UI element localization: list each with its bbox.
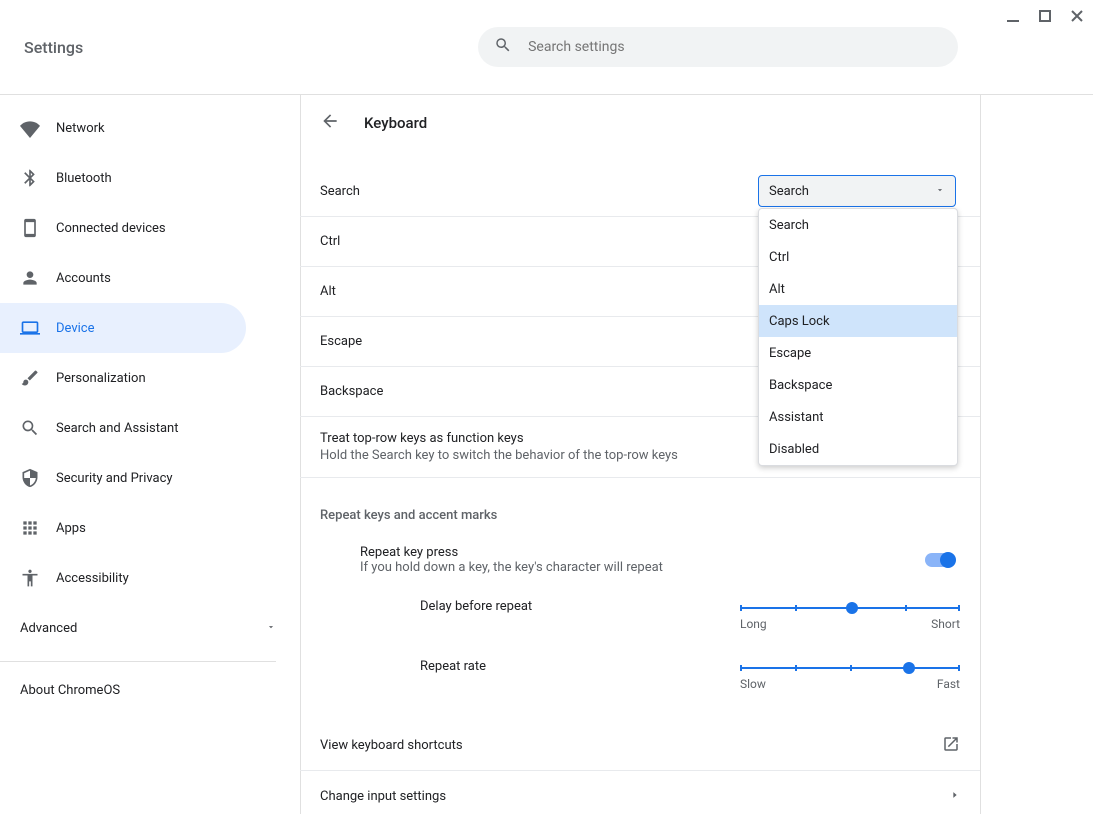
- sidebar-item-label: Personalization: [56, 371, 146, 386]
- link-label: View keyboard shortcuts: [320, 738, 463, 753]
- open-external-icon: [942, 735, 960, 757]
- row-label: Backspace: [320, 384, 383, 399]
- slider-max-label: Short: [931, 617, 960, 631]
- brush-icon: [20, 368, 40, 388]
- sidebar-item-search-assistant[interactable]: Search and Assistant: [0, 403, 246, 453]
- sidebar-item-accounts[interactable]: Accounts: [0, 253, 246, 303]
- sidebar: Network Bluetooth Connected devices Acco…: [0, 95, 300, 814]
- sidebar-item-label: Device: [56, 321, 95, 336]
- slider-label: Repeat rate: [420, 659, 740, 691]
- app-title: Settings: [24, 38, 83, 57]
- sidebar-item-label: Search and Assistant: [56, 421, 179, 436]
- dropdown-option-escape[interactable]: Escape: [759, 337, 957, 369]
- slider-min-label: Slow: [740, 677, 766, 691]
- row-description: If you hold down a key, the key's charac…: [360, 560, 960, 575]
- search-box[interactable]: [478, 27, 958, 67]
- sidebar-item-connected-devices[interactable]: Connected devices: [0, 203, 246, 253]
- row-label: Search: [320, 184, 360, 199]
- minimize-button[interactable]: [997, 0, 1029, 32]
- dropdown-option-assistant[interactable]: Assistant: [759, 401, 957, 433]
- chevron-right-icon: [950, 789, 960, 804]
- search-key-select[interactable]: Search: [758, 175, 956, 207]
- row-repeat-rate: Repeat rate Slow Fast: [300, 645, 980, 705]
- chevron-down-icon: [935, 184, 945, 199]
- shield-icon: [20, 468, 40, 488]
- row-label: Escape: [320, 334, 362, 349]
- sidebar-item-label: Apps: [56, 521, 86, 536]
- sidebar-item-label: Security and Privacy: [56, 471, 173, 486]
- dropdown-option-backspace[interactable]: Backspace: [759, 369, 957, 401]
- row-label: Ctrl: [320, 234, 340, 249]
- link-label: Change input settings: [320, 789, 446, 804]
- row-delay-before-repeat: Delay before repeat Long Short: [300, 585, 980, 645]
- row-description: Hold the Search key to switch the behavi…: [320, 448, 678, 463]
- dropdown-option-caps-lock[interactable]: Caps Lock: [759, 305, 957, 337]
- sidebar-item-label: Accessibility: [56, 571, 129, 586]
- close-button[interactable]: [1061, 0, 1093, 32]
- sidebar-item-bluetooth[interactable]: Bluetooth: [0, 153, 246, 203]
- bluetooth-icon: [20, 168, 40, 188]
- accessibility-icon: [20, 568, 40, 588]
- sidebar-item-personalization[interactable]: Personalization: [0, 353, 246, 403]
- maximize-button[interactable]: [1029, 0, 1061, 32]
- link-view-shortcuts[interactable]: View keyboard shortcuts: [300, 721, 980, 771]
- search-icon: [20, 418, 40, 438]
- row-label: Alt: [320, 284, 336, 299]
- divider: [0, 661, 276, 662]
- sidebar-item-apps[interactable]: Apps: [0, 503, 246, 553]
- row-label: Treat top-row keys as function keys: [320, 431, 524, 446]
- apps-icon: [20, 518, 40, 538]
- search-input[interactable]: [528, 39, 942, 55]
- dropdown-option-alt[interactable]: Alt: [759, 273, 957, 305]
- sidebar-item-label: Connected devices: [56, 221, 166, 236]
- chevron-down-icon: [266, 621, 276, 636]
- person-icon: [20, 268, 40, 288]
- devices-icon: [20, 218, 40, 238]
- repeat-key-toggle[interactable]: [925, 553, 955, 567]
- laptop-icon: [20, 318, 40, 338]
- page-title: Keyboard: [364, 114, 427, 132]
- row-label: Repeat key press: [360, 545, 960, 560]
- section-title: Repeat keys and accent marks: [300, 478, 980, 535]
- sidebar-item-security[interactable]: Security and Privacy: [0, 453, 246, 503]
- sidebar-item-label: Bluetooth: [56, 171, 112, 186]
- sidebar-item-label: Accounts: [56, 271, 111, 286]
- sidebar-about-label: About ChromeOS: [20, 683, 120, 698]
- sidebar-about[interactable]: About ChromeOS: [0, 670, 300, 710]
- row-repeat-key-press: Repeat key press If you hold down a key,…: [300, 535, 980, 585]
- sidebar-item-network[interactable]: Network: [0, 103, 246, 153]
- sidebar-item-accessibility[interactable]: Accessibility: [0, 553, 246, 603]
- slider-max-label: Fast: [937, 677, 960, 691]
- sidebar-item-label: Network: [56, 121, 105, 136]
- sidebar-item-device[interactable]: Device: [0, 303, 246, 353]
- dropdown-option-search[interactable]: Search: [759, 209, 957, 241]
- dropdown-option-ctrl[interactable]: Ctrl: [759, 241, 957, 273]
- sidebar-advanced[interactable]: Advanced: [0, 603, 300, 653]
- search-key-dropdown: Search Ctrl Alt Caps Lock Escape Backspa…: [758, 208, 958, 466]
- slider-min-label: Long: [740, 617, 767, 631]
- back-button[interactable]: [320, 111, 344, 135]
- delay-slider[interactable]: [740, 607, 960, 609]
- slider-label: Delay before repeat: [420, 599, 740, 631]
- rate-slider[interactable]: [740, 667, 960, 669]
- dropdown-option-disabled[interactable]: Disabled: [759, 433, 957, 465]
- search-icon: [494, 36, 512, 58]
- divider: [980, 95, 981, 814]
- select-value: Search: [769, 184, 809, 199]
- wifi-icon: [20, 118, 40, 138]
- sidebar-advanced-label: Advanced: [20, 621, 77, 636]
